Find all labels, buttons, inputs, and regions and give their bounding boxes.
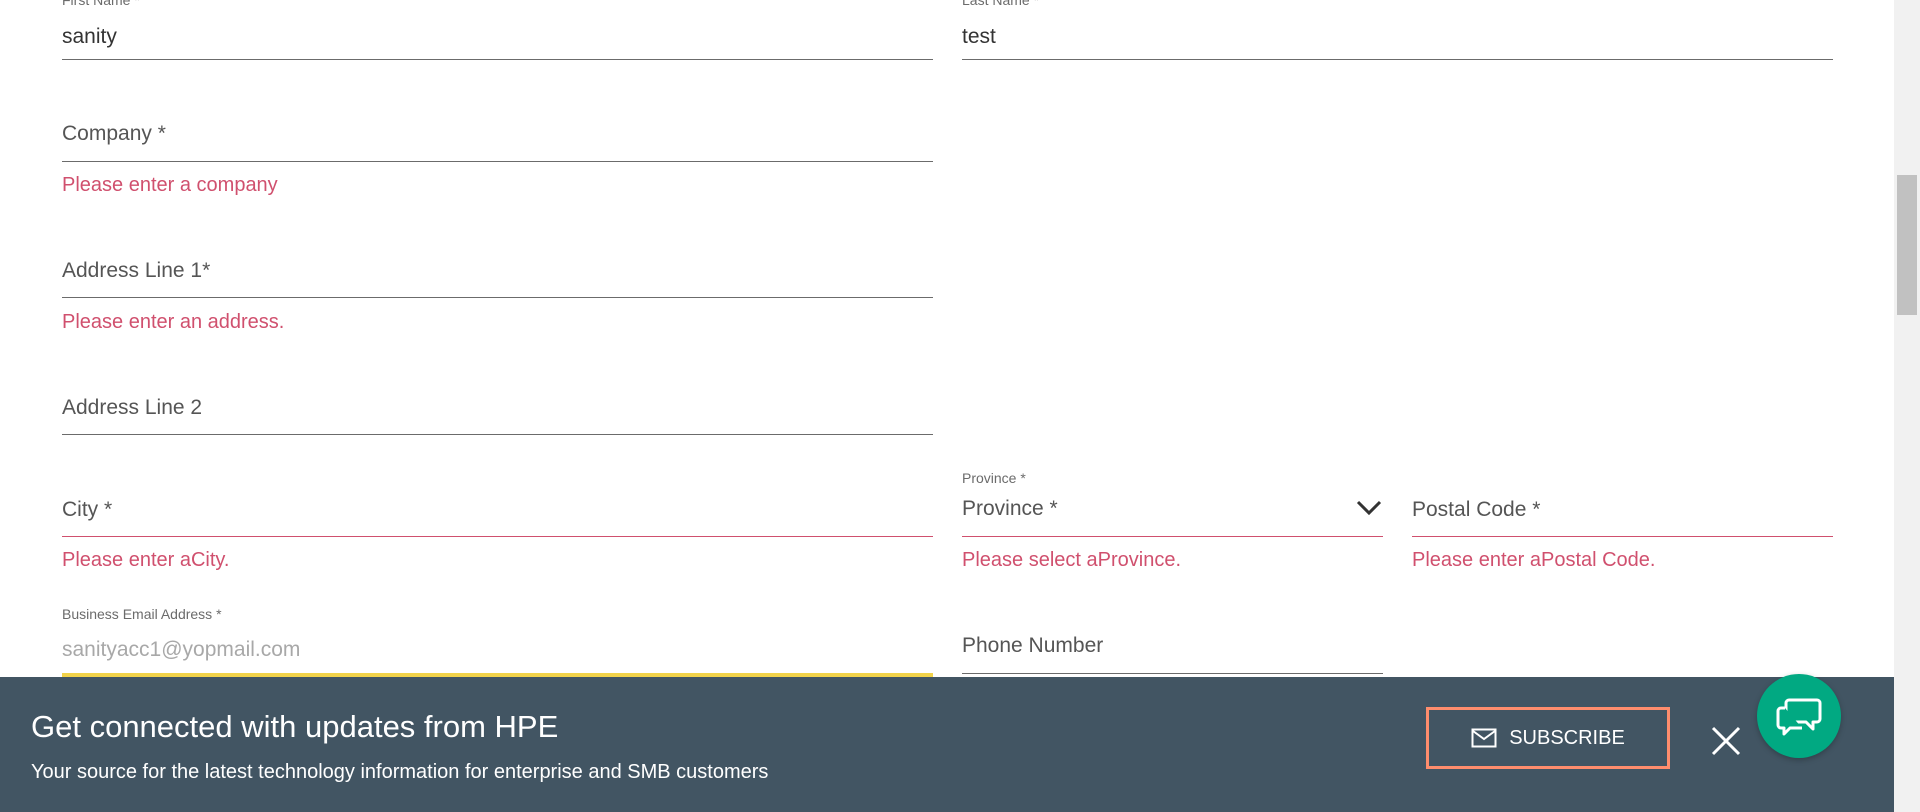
scrollbar-thumb[interactable] — [1897, 175, 1917, 315]
last-name-value: test — [962, 25, 996, 48]
address-line1-error: Please enter an address. — [62, 311, 285, 333]
province-label: Province * — [962, 470, 1026, 486]
address-line1-placeholder: Address Line 1* — [62, 259, 211, 282]
last-name-underline — [962, 59, 1833, 60]
first-name-value: sanity — [62, 25, 117, 48]
phone-number-field[interactable]: Phone Number — [962, 632, 1383, 677]
business-email-value: sanityacc1@yopmail.com — [62, 638, 301, 661]
address-line2-field[interactable]: Address Line 2 — [62, 392, 933, 437]
city-placeholder: City * — [62, 498, 113, 521]
business-email-field[interactable]: Business Email Address * sanityacc1@yopm… — [62, 604, 933, 678]
address-line2-placeholder: Address Line 2 — [62, 396, 203, 419]
province-error: Please select aProvince. — [962, 549, 1182, 571]
page-scrollbar[interactable] — [1894, 0, 1920, 812]
city-underline — [62, 536, 933, 537]
subscribe-banner: Get connected with updates from HPE Your… — [0, 677, 1894, 812]
mail-icon — [1471, 728, 1497, 748]
first-name-underline — [62, 59, 933, 60]
banner-subtitle: Your source for the latest technology in… — [31, 761, 769, 783]
province-underline — [962, 536, 1383, 537]
business-email-label: Business Email Address * — [62, 606, 222, 622]
company-placeholder: Company * — [62, 122, 166, 145]
province-select[interactable]: Province * Province * — [962, 468, 1383, 539]
city-field[interactable]: City * — [62, 494, 933, 539]
company-error: Please enter a company — [62, 174, 278, 196]
first-name-label: First Name * — [62, 0, 140, 8]
chevron-down-icon — [1356, 500, 1382, 516]
company-underline — [62, 161, 933, 162]
chat-icon — [1776, 698, 1822, 736]
subscribe-label: SUBSCRIBE — [1509, 726, 1625, 749]
city-error: Please enter aCity. — [62, 549, 230, 571]
address-line2-underline — [62, 434, 933, 435]
phone-number-underline — [962, 673, 1383, 674]
first-name-field[interactable]: First Name * sanity — [62, 0, 933, 62]
postal-code-placeholder: Postal Code * — [1412, 498, 1541, 521]
chat-button[interactable] — [1757, 674, 1841, 758]
close-icon[interactable] — [1710, 725, 1742, 757]
company-field[interactable]: Company * — [62, 118, 933, 163]
banner-title: Get connected with updates from HPE — [31, 709, 559, 744]
last-name-label: Last Name * — [962, 0, 1040, 8]
postal-code-error: Please enter aPostal Code. — [1412, 549, 1656, 571]
phone-number-placeholder: Phone Number — [962, 634, 1104, 657]
postal-code-underline — [1412, 536, 1833, 537]
address-line1-underline — [62, 297, 933, 298]
last-name-field[interactable]: Last Name * test — [962, 0, 1833, 62]
address-line1-field[interactable]: Address Line 1* — [62, 255, 933, 300]
province-selected-value: Province * — [962, 497, 1058, 520]
postal-code-field[interactable]: Postal Code * — [1412, 494, 1833, 539]
subscribe-button[interactable]: SUBSCRIBE — [1426, 707, 1670, 769]
